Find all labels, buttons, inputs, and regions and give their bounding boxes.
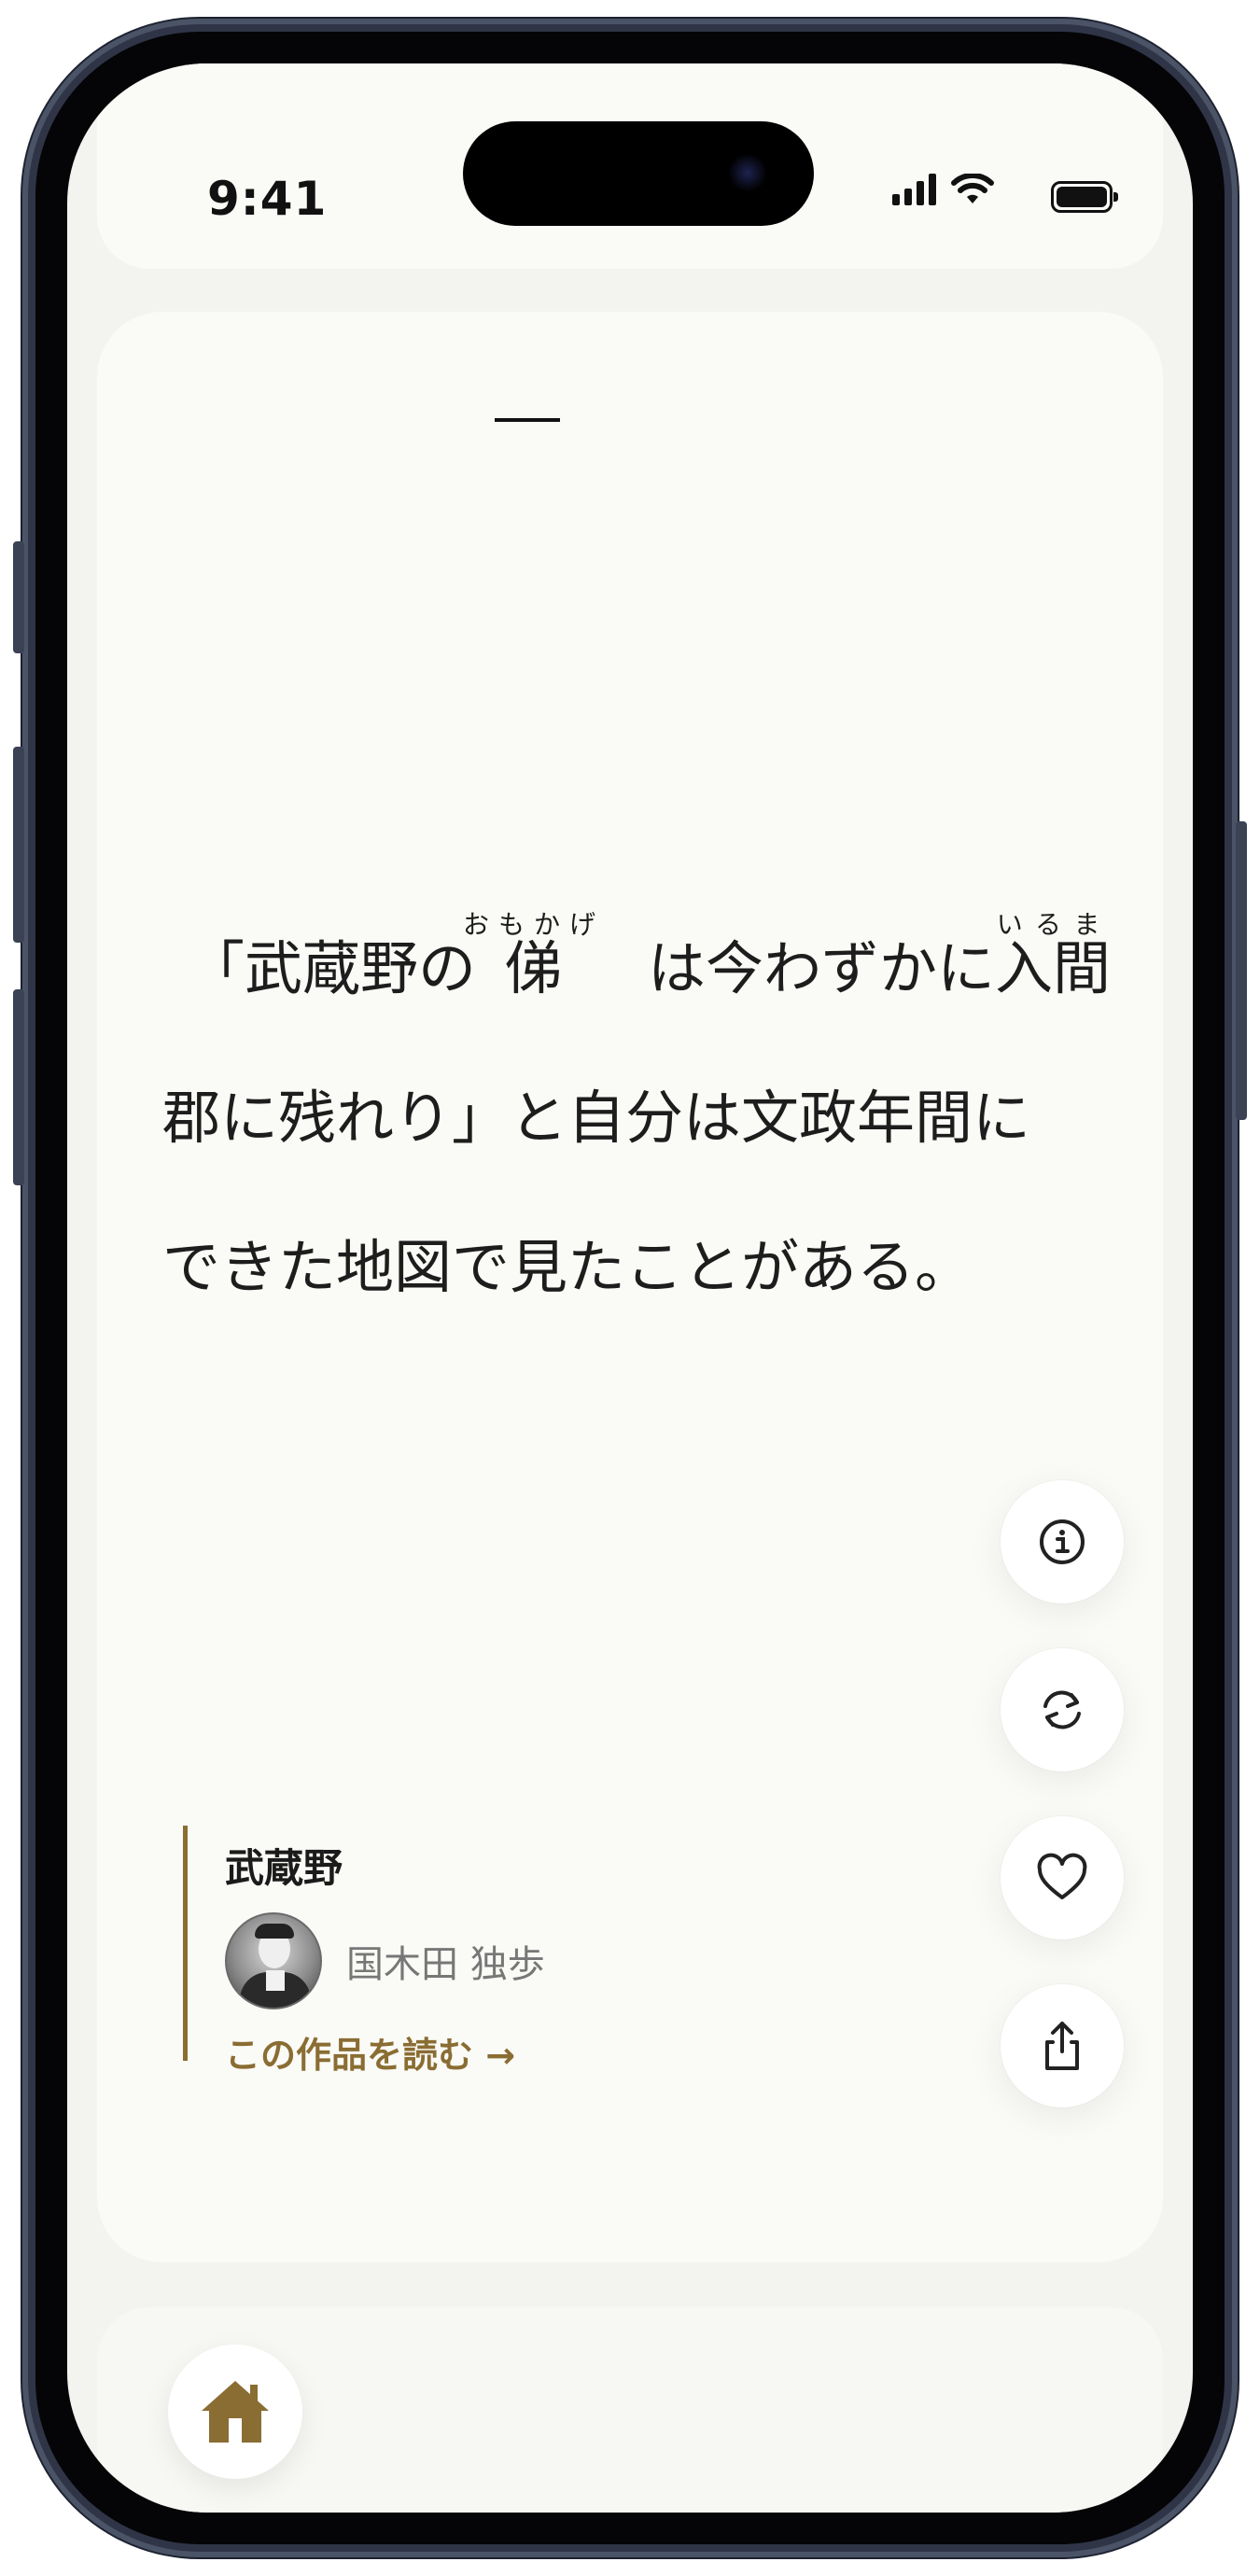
info-button[interactable] — [1001, 1480, 1124, 1603]
passage-line-2: 郡に残れり」と自分は文政年間に — [162, 1084, 1031, 1152]
author-name[interactable]: 国木田 独歩 — [346, 1934, 545, 1988]
work-info: 武蔵野 国木田 独歩 この作品を読む → — [183, 1826, 575, 2076]
cellular-signal-icon — [892, 174, 936, 205]
status-icons — [892, 174, 994, 205]
ruby-iruma: 入間いるま — [995, 909, 1112, 1002]
passage-line-3: できた地図で見たことがある。 — [162, 1233, 973, 1301]
battery-icon — [1051, 181, 1118, 213]
chapter-heading: 一 — [495, 418, 560, 422]
read-work-link[interactable]: この作品を読む → — [225, 2026, 575, 2078]
status-time: 9:41 — [207, 172, 328, 226]
wifi-icon — [951, 174, 994, 203]
home-button[interactable] — [168, 2345, 302, 2479]
work-title: 武蔵野 — [225, 1845, 343, 1891]
ruby-omokage: 俤おもかげ — [463, 909, 606, 1002]
screen: 9:41 一 「武蔵野の俤おもかげは今わずかに入間いるま 郡に残れり」と自分は文… — [67, 63, 1193, 2513]
action-button — [13, 541, 24, 653]
passage-line-1: 「武蔵野の俤おもかげは今わずかに入間いるま — [187, 909, 1112, 1002]
volume-up-button — [13, 747, 24, 943]
camera-icon — [728, 153, 767, 192]
power-button — [1236, 821, 1247, 1120]
author-avatar[interactable] — [225, 1912, 322, 2009]
volume-down-button — [13, 989, 24, 1185]
author-row[interactable]: 国木田 独歩 — [225, 1912, 575, 2009]
refresh-icon — [1043, 1690, 1081, 1729]
home-icon — [202, 2381, 269, 2443]
refresh-button[interactable] — [1001, 1648, 1124, 1771]
heart-icon — [1037, 1853, 1087, 1899]
info-icon — [1040, 1519, 1085, 1564]
dynamic-island — [463, 121, 814, 226]
share-icon — [1045, 2022, 1079, 2070]
favorite-button[interactable] — [1001, 1816, 1124, 1939]
share-button[interactable] — [1001, 1984, 1124, 2107]
